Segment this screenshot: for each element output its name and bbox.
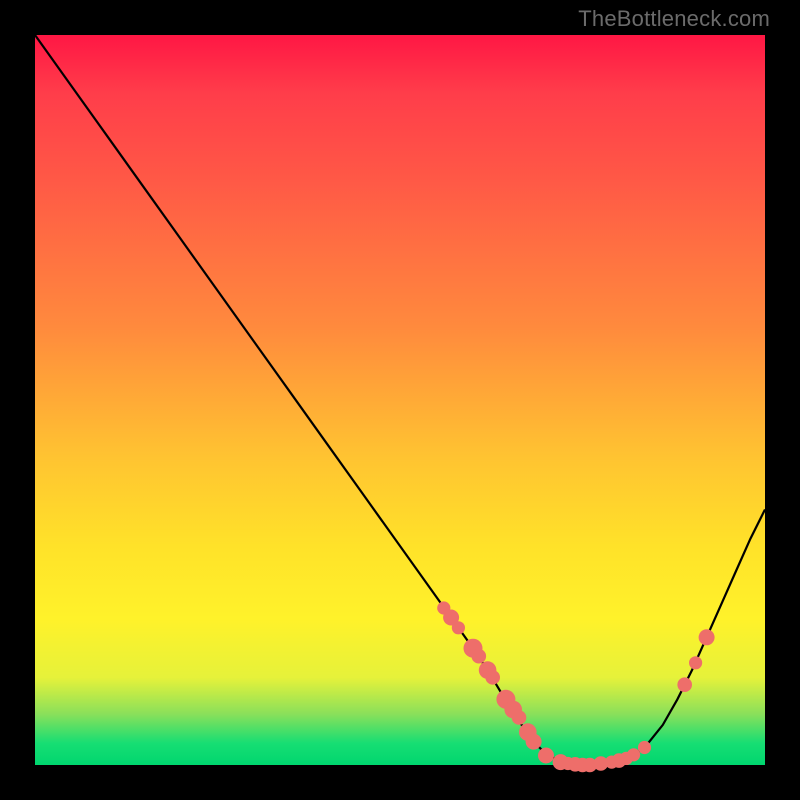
data-marker — [677, 677, 692, 692]
data-marker — [689, 656, 702, 669]
data-marker — [526, 734, 542, 750]
data-marker — [638, 741, 651, 754]
data-marker — [699, 629, 715, 645]
watermark-text: TheBottleneck.com — [578, 6, 770, 32]
chart-stage: TheBottleneck.com — [0, 0, 800, 800]
data-marker — [452, 621, 465, 634]
data-marker — [472, 649, 487, 664]
data-marker — [627, 748, 640, 761]
chart-overlay-svg — [35, 35, 765, 765]
bottleneck-curve — [35, 35, 765, 765]
markers-group — [437, 601, 714, 772]
data-marker — [538, 748, 554, 764]
data-marker — [485, 670, 500, 685]
data-marker — [512, 710, 527, 725]
